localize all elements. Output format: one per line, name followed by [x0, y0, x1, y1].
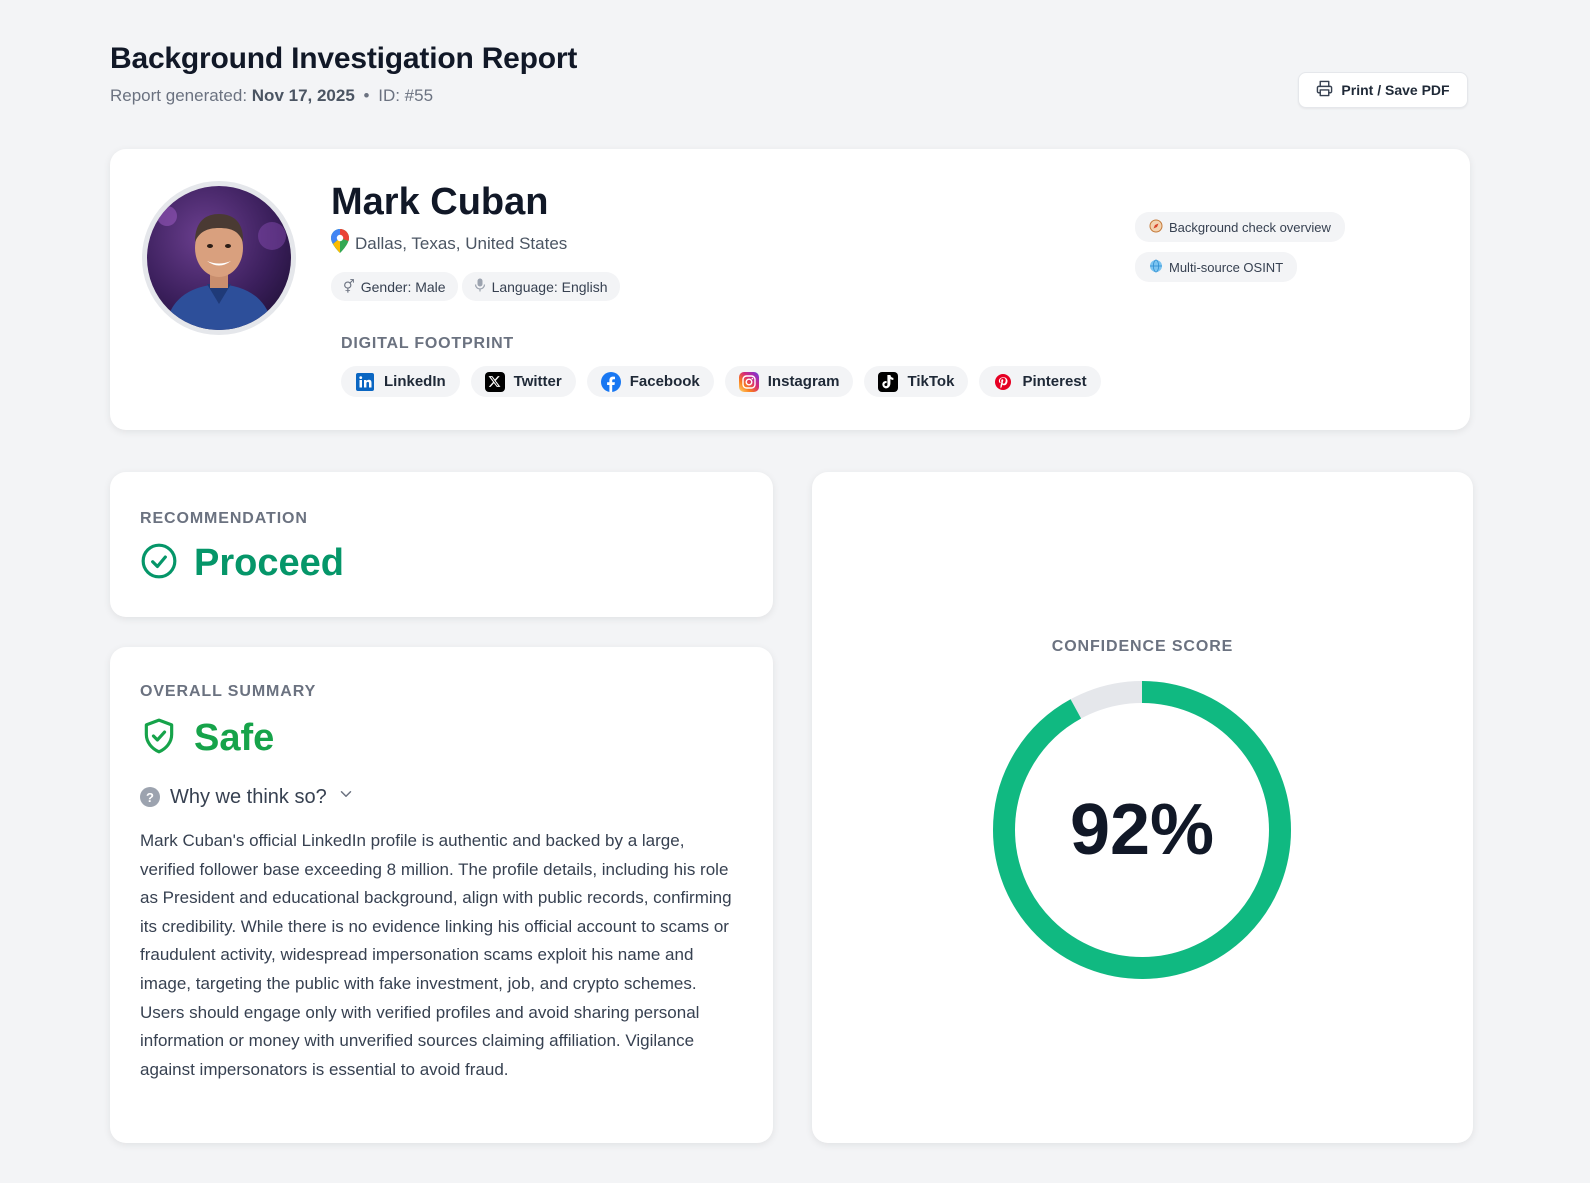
map-pin-icon: [331, 229, 349, 258]
report-id: ID: #55: [378, 86, 434, 105]
globe-icon: [1149, 259, 1163, 276]
printer-icon: [1316, 80, 1333, 100]
linkedin-icon: [355, 372, 375, 392]
instagram-icon: [738, 371, 759, 392]
social-link-linkedin[interactable]: LinkedIn: [341, 366, 460, 397]
summary-result: Safe: [140, 717, 274, 760]
print-save-pdf-button[interactable]: Print / Save PDF: [1298, 72, 1468, 108]
pinterest-icon: [993, 372, 1013, 392]
social-label-linkedin: LinkedIn: [384, 373, 446, 390]
check-circle-icon: [140, 542, 178, 585]
recommendation-card: RECOMMENDATION Proceed: [110, 472, 773, 617]
tag-label-background-check: Background check overview: [1169, 219, 1331, 235]
location-text: Dallas, Texas, United States: [355, 233, 568, 253]
microphone-icon: [474, 278, 486, 295]
language-chip-label: Language: English: [491, 278, 608, 295]
social-label-pinterest: Pinterest: [1022, 373, 1087, 390]
tiktok-icon: [878, 371, 899, 392]
meta-separator: •: [363, 86, 370, 105]
tag-label-osint: Multi-source OSINT: [1169, 259, 1284, 275]
recommendation-heading: RECOMMENDATION: [140, 510, 308, 527]
page-title: Background Investigation Report: [110, 42, 578, 75]
summary-value: Safe: [194, 717, 275, 759]
profile-card: Mark Cuban Dallas, Texas, United States …: [110, 149, 1470, 430]
gender-chip: ⚥ Gender: Male: [331, 272, 458, 301]
why-label: Why we think so?: [170, 785, 327, 808]
generated-label: Report generated:: [110, 86, 248, 105]
avatar: [142, 181, 296, 335]
print-button-label: Print / Save PDF: [1341, 82, 1450, 98]
social-link-twitter[interactable]: Twitter: [470, 366, 576, 397]
language-chip: Language: English: [461, 272, 620, 301]
social-label-twitter: Twitter: [513, 373, 562, 390]
tag-osint: Multi-source OSINT: [1135, 252, 1298, 282]
social-label-facebook: Facebook: [629, 373, 700, 390]
subject-name: Mark Cuban: [331, 181, 549, 223]
question-icon: ?: [140, 787, 160, 807]
social-label-instagram: Instagram: [767, 373, 840, 390]
generated-date: Nov 17, 2025: [251, 86, 355, 105]
recommendation-result: Proceed: [140, 542, 344, 585]
confidence-score-card: CONFIDENCE SCORE 92%: [812, 472, 1473, 1143]
compass-icon: [1149, 219, 1163, 236]
attribute-chips: ⚥ Gender: Male Language: English: [331, 272, 620, 301]
report-tags: Background check overview Multi-source O…: [1135, 212, 1345, 282]
gender-icon: ⚥: [343, 278, 355, 294]
confidence-heading: CONFIDENCE SCORE: [1051, 638, 1234, 655]
recommendation-value: Proceed: [194, 542, 344, 584]
social-link-instagram[interactable]: Instagram: [724, 366, 854, 397]
gender-chip-label: Gender: Male: [360, 278, 446, 295]
shield-check-icon: [140, 717, 178, 760]
tag-background-check: Background check overview: [1135, 212, 1345, 242]
social-link-tiktok[interactable]: TikTok: [864, 366, 969, 397]
social-label-tiktok: TikTok: [907, 373, 955, 390]
subject-location: Dallas, Texas, United States: [331, 229, 567, 258]
digital-footprint-heading: DIGITAL FOOTPRINT: [341, 335, 514, 352]
facebook-icon: [600, 371, 621, 392]
report-meta: Report generated: Nov 17, 2025 • ID: #55: [110, 86, 577, 106]
social-link-pinterest[interactable]: Pinterest: [979, 366, 1101, 397]
x-twitter-icon: [484, 371, 505, 392]
summary-text: Mark Cuban's official LinkedIn profile i…: [140, 831, 732, 1079]
overall-summary-card: OVERALL SUMMARY Safe ? Why we think so? …: [110, 647, 773, 1143]
chevron-down-icon: [337, 785, 355, 809]
report-header: Background Investigation Report Report g…: [110, 42, 577, 106]
summary-heading: OVERALL SUMMARY: [140, 683, 317, 700]
why-we-think-so-toggle[interactable]: ? Why we think so?: [140, 785, 355, 809]
social-links: LinkedIn Twitter Facebook Instagram TikT…: [341, 366, 1101, 397]
confidence-value: 92%: [1069, 790, 1215, 870]
social-link-facebook[interactable]: Facebook: [586, 366, 714, 397]
